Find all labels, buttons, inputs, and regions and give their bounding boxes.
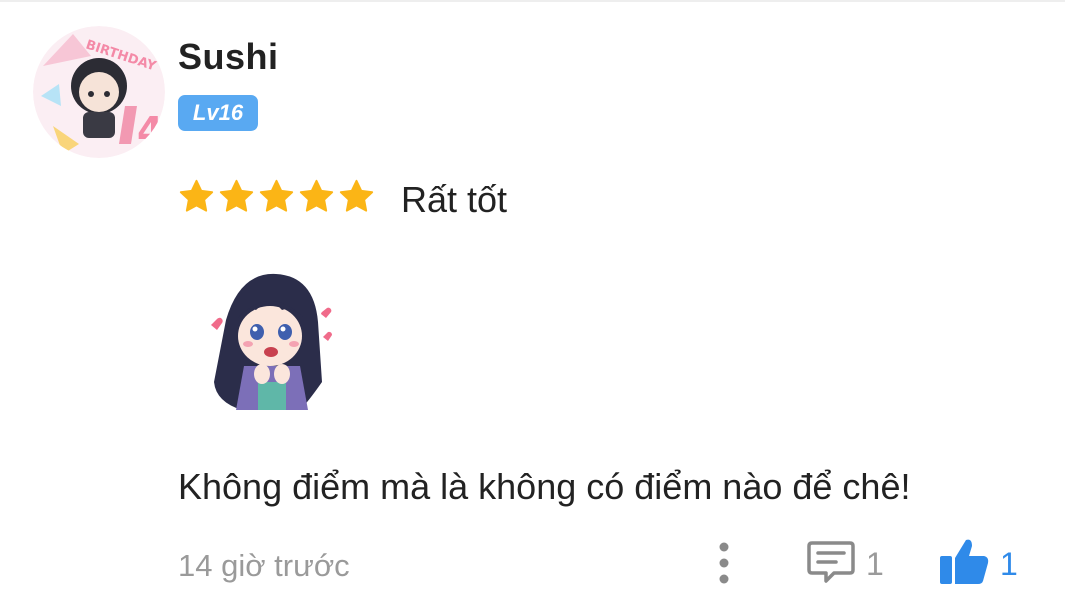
- star-icon: [178, 178, 215, 218]
- username[interactable]: Sushi: [178, 36, 279, 78]
- timestamp: 14 giờ trước: [178, 548, 350, 583]
- like-count[interactable]: 1: [1000, 546, 1018, 583]
- birthday-avatar-image: 4 BIRTHDAY: [33, 26, 165, 158]
- avatar-number-4: 4: [137, 109, 163, 153]
- top-divider: [0, 0, 1065, 2]
- more-icon[interactable]: [712, 540, 736, 586]
- rating-stars: [178, 178, 375, 218]
- sticker-image: [196, 262, 346, 417]
- star-icon: [258, 178, 295, 218]
- comment-icon[interactable]: [806, 539, 856, 585]
- reply-count[interactable]: 1: [866, 546, 884, 583]
- review-text: Không điểm mà là không có điểm nào để ch…: [178, 466, 911, 507]
- rating-label: Rất tốt: [401, 179, 508, 220]
- level-badge: Lv16: [178, 95, 258, 131]
- avatar[interactable]: 4 BIRTHDAY: [33, 26, 165, 158]
- star-icon: [298, 178, 335, 218]
- star-icon: [218, 178, 255, 218]
- star-icon: [338, 178, 375, 218]
- thumbs-up-icon[interactable]: [938, 536, 990, 586]
